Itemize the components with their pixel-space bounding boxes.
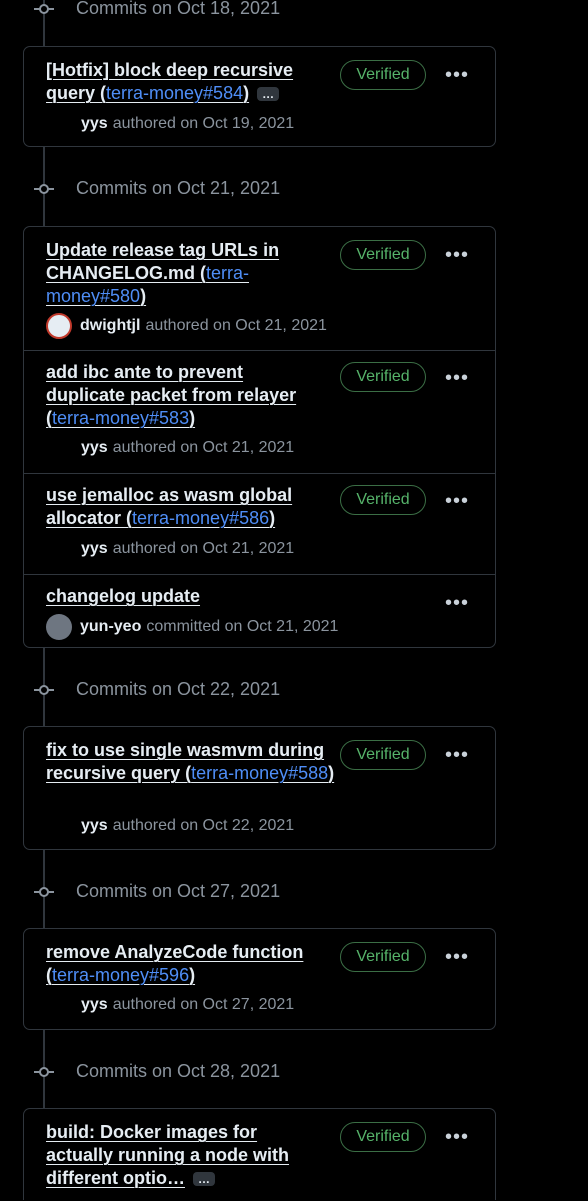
commit-meta: yys authored on Oct 21, 2021 (81, 439, 295, 457)
verified-badge[interactable]: Verified (340, 60, 426, 90)
commit-row: changelog update yun-yeo committed on Oct… (24, 574, 495, 649)
commit-row: fix to use single wasmvm during recursiv… (24, 727, 495, 849)
avatar[interactable] (46, 614, 72, 640)
commit-dot-icon (34, 683, 54, 697)
commit-meta: yun-yeo committed on Oct 21, 2021 (46, 614, 338, 640)
group-date-label: Commits on Oct 18, 2021 (76, 0, 281, 18)
group-date-label: Commits on Oct 22, 2021 (76, 679, 281, 699)
expand-message-button[interactable]: … (257, 87, 280, 102)
author-name[interactable]: dwightjl (80, 317, 140, 335)
commit-list-card: fix to use single wasmvm during recursiv… (23, 726, 496, 850)
author-name[interactable]: yys (81, 817, 108, 835)
commit-group-header: Commits on Oct 21, 2021 (0, 172, 588, 206)
commit-row: Update release tag URLs in CHANGELOG.md … (24, 227, 495, 350)
group-date-label: Commits on Oct 28, 2021 (76, 1061, 281, 1081)
commit-title[interactable]: remove AnalyzeCode function (terra-money… (46, 941, 326, 987)
author-name[interactable]: yys (81, 540, 108, 558)
kebab-horizontal-icon[interactable]: ••• (444, 65, 470, 85)
pr-link[interactable]: terra-money#583 (52, 408, 189, 428)
pr-link[interactable]: terra-money#596 (52, 965, 189, 985)
commit-dot-icon (34, 885, 54, 899)
commit-meta: yys authored on Oct 27, 2021 (81, 996, 295, 1014)
commit-dot-icon (34, 182, 54, 196)
commit-title[interactable]: add ibc ante to prevent duplicate packet… (46, 361, 326, 430)
commit-row: use jemalloc as wasm global allocator (t… (24, 473, 495, 574)
kebab-horizontal-icon[interactable]: ••• (444, 947, 470, 967)
expand-message-button[interactable]: … (192, 1172, 215, 1187)
commit-title[interactable]: Update release tag URLs in CHANGELOG.md … (46, 239, 296, 308)
kebab-horizontal-icon[interactable]: ••• (444, 593, 470, 613)
author-name[interactable]: yys (81, 439, 108, 457)
commit-dot-icon (34, 2, 54, 16)
commit-title[interactable]: changelog update (46, 585, 318, 608)
commit-row: remove AnalyzeCode function (terra-money… (24, 929, 495, 1029)
author-name[interactable]: yys (81, 996, 108, 1014)
commit-meta: yys authored on Oct 19, 2021 (81, 115, 295, 133)
pr-link[interactable]: terra-money#588 (191, 763, 328, 783)
commit-row: build: Docker images for actually runnin… (24, 1109, 495, 1201)
kebab-horizontal-icon[interactable]: ••• (444, 245, 470, 265)
commit-title[interactable]: [Hotfix] block deep recursive query (ter… (46, 59, 316, 105)
verified-badge[interactable]: Verified (340, 362, 426, 392)
commit-row: [Hotfix] block deep recursive query (ter… (24, 47, 495, 146)
commit-list-card: [Hotfix] block deep recursive query (ter… (23, 46, 496, 147)
kebab-horizontal-icon[interactable]: ••• (444, 745, 470, 765)
commit-list-card: Update release tag URLs in CHANGELOG.md … (23, 226, 496, 648)
commit-group-header: Commits on Oct 27, 2021 (0, 875, 588, 909)
commit-meta: dwightjl authored on Oct 21, 2021 (46, 313, 327, 339)
verified-badge[interactable]: Verified (340, 240, 426, 270)
verified-badge[interactable]: Verified (340, 740, 426, 770)
commit-meta: yys authored on Oct 22, 2021 (81, 817, 295, 835)
commit-list-card: remove AnalyzeCode function (terra-money… (23, 928, 496, 1030)
kebab-horizontal-icon[interactable]: ••• (444, 368, 470, 388)
verified-badge[interactable]: Verified (340, 1122, 426, 1152)
commit-meta: yys authored on Oct 21, 2021 (81, 540, 295, 558)
commit-title[interactable]: use jemalloc as wasm global allocator (t… (46, 484, 318, 530)
pr-link[interactable]: terra-money#584 (106, 83, 243, 103)
kebab-horizontal-icon[interactable]: ••• (444, 1127, 470, 1147)
group-date-label: Commits on Oct 27, 2021 (76, 881, 281, 901)
author-name[interactable]: yys (81, 115, 108, 133)
verified-badge[interactable]: Verified (340, 485, 426, 515)
verified-badge[interactable]: Verified (340, 942, 426, 972)
kebab-horizontal-icon[interactable]: ••• (444, 491, 470, 511)
commit-group-header: Commits on Oct 28, 2021 (0, 1055, 588, 1089)
avatar[interactable] (46, 313, 72, 339)
commit-group-header: Commits on Oct 18, 2021 (0, 0, 588, 26)
commit-dot-icon (34, 1065, 54, 1079)
commit-group-header: Commits on Oct 22, 2021 (0, 673, 588, 707)
group-date-label: Commits on Oct 21, 2021 (76, 178, 281, 198)
commit-title[interactable]: fix to use single wasmvm during recursiv… (46, 739, 338, 785)
commit-list-card: build: Docker images for actually runnin… (23, 1108, 496, 1200)
author-name[interactable]: yun-yeo (80, 618, 141, 636)
commit-title[interactable]: build: Docker images for actually runnin… (46, 1121, 308, 1190)
pr-link[interactable]: terra-money#586 (132, 508, 269, 528)
commit-row: add ibc ante to prevent duplicate packet… (24, 350, 495, 473)
